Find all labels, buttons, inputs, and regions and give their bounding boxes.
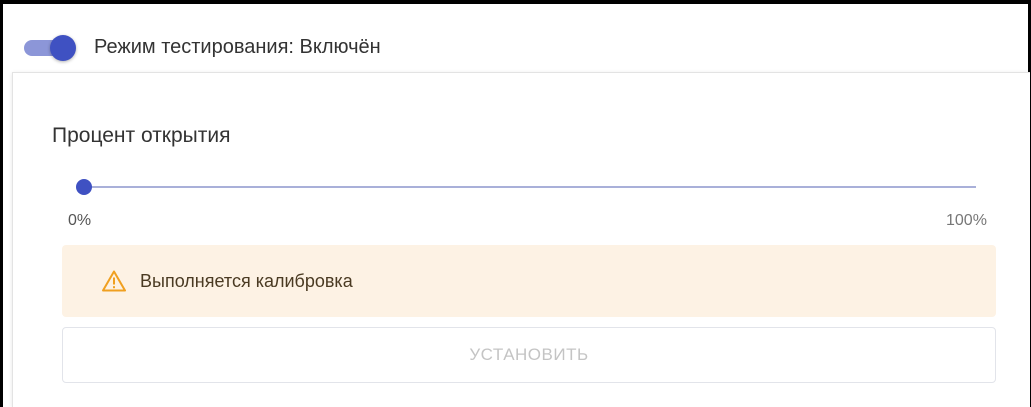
warning-triangle-icon [102, 270, 126, 292]
testing-mode-label: Режим тестирования: Включён [94, 35, 381, 58]
calibration-alert-text: Выполняется калибровка [140, 270, 353, 291]
calibration-alert: Выполняется калибровка [62, 245, 996, 317]
opening-percent-slider[interactable] [70, 175, 978, 199]
testing-mode-row: Режим тестирования: Включён [24, 30, 381, 64]
slider-knob[interactable] [76, 179, 92, 195]
toggle-thumb[interactable] [50, 35, 76, 61]
set-button[interactable]: УСТАНОВИТЬ [62, 327, 996, 383]
opening-percent-title: Процент открытия [52, 124, 231, 147]
slider-min-label: 0% [68, 212, 92, 229]
slider-rail [84, 186, 976, 188]
slider-max-label: 100% [946, 212, 987, 229]
testing-mode-toggle[interactable] [24, 30, 80, 64]
